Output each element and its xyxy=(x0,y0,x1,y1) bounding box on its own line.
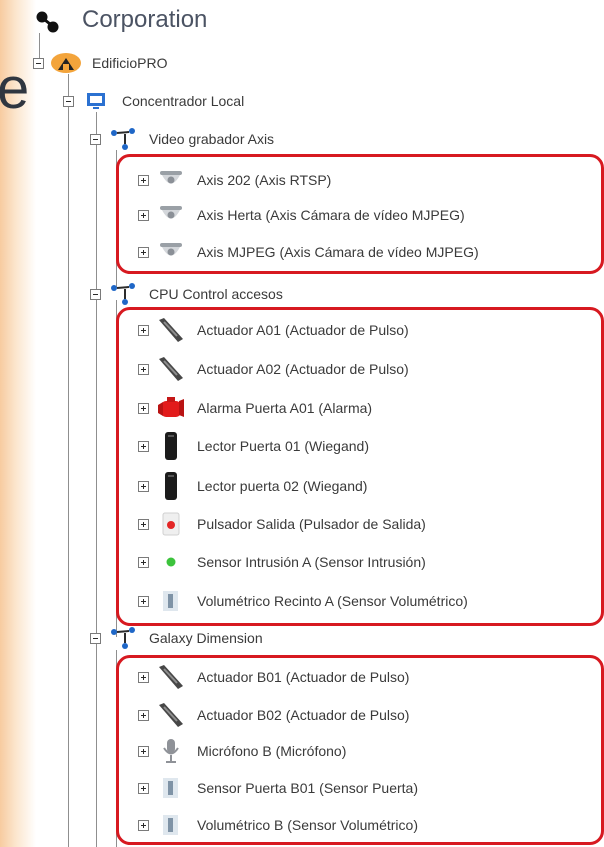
tree-label-building: EdificioPRO xyxy=(92,55,168,71)
collapse-toggle-access-group[interactable] xyxy=(90,288,101,300)
tree-label-galaxy-group: Galaxy Dimension xyxy=(149,630,263,646)
highlight-access-devices xyxy=(116,307,604,626)
highlight-video-devices xyxy=(116,154,604,274)
cropped-heading-fragment: e xyxy=(0,56,30,121)
tree-label-video-group: Video grabador Axis xyxy=(149,131,275,147)
tree-node-local-hub[interactable]: Concentrador Local xyxy=(63,87,244,115)
tree-label-access-group: CPU Control accesos xyxy=(149,286,283,302)
network-node-icon xyxy=(107,625,139,651)
network-node-icon xyxy=(107,281,139,307)
tree-node-group-galaxy[interactable]: Galaxy Dimension xyxy=(90,624,263,652)
corporation-icon xyxy=(34,10,62,34)
collapse-toggle-video-group[interactable] xyxy=(90,133,101,145)
building-icon xyxy=(50,50,82,76)
monitor-icon xyxy=(80,88,112,114)
collapse-toggle-building[interactable] xyxy=(33,57,44,69)
tree-label-local-hub: Concentrador Local xyxy=(122,93,245,109)
tree-root-title: Corporation xyxy=(82,6,208,33)
network-node-icon xyxy=(107,126,139,152)
left-gradient-backdrop xyxy=(0,0,36,847)
collapse-toggle-local-hub[interactable] xyxy=(63,95,74,107)
collapse-toggle-galaxy-group[interactable] xyxy=(90,632,101,644)
tree-node-group-video[interactable]: Video grabador Axis xyxy=(90,125,274,153)
tree-node-building[interactable]: EdificioPRO xyxy=(33,49,167,77)
highlight-galaxy-devices xyxy=(116,655,604,845)
tree-node-group-access[interactable]: CPU Control accesos xyxy=(90,280,283,308)
